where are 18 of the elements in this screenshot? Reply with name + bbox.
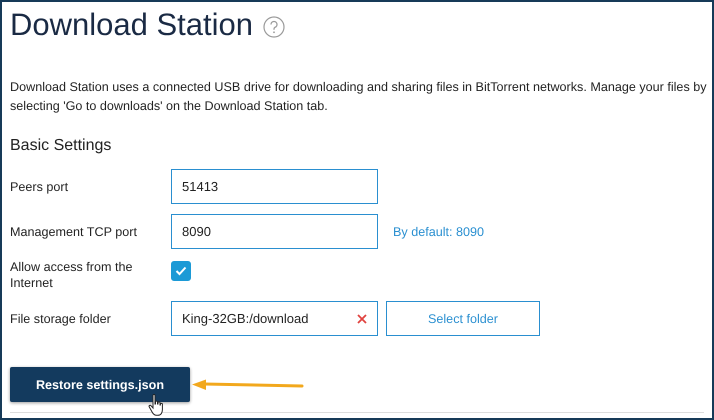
- checkbox[interactable]: [171, 261, 191, 281]
- select-folder-button[interactable]: Select folder: [386, 301, 540, 336]
- field-label: Allow access from the Internet: [10, 259, 134, 291]
- field-label: File storage folder: [10, 310, 112, 326]
- input-field[interactable]: 8090: [171, 214, 378, 249]
- check-icon: [175, 266, 187, 276]
- hand-cursor-icon: [148, 393, 166, 417]
- input-field[interactable]: 51413: [171, 169, 378, 204]
- field-label: Peers port: [10, 178, 70, 194]
- field-label: Management TCP port: [10, 224, 138, 240]
- restore-button[interactable]: Restore settings.json: [10, 367, 190, 402]
- folder-field[interactable]: King-32GB:/download: [171, 301, 378, 336]
- help-icon[interactable]: [263, 16, 285, 38]
- default-hint: By default: 8090: [393, 224, 486, 238]
- section-title: Basic Settings: [10, 136, 112, 156]
- clear-icon[interactable]: [357, 314, 367, 324]
- description: Download Station uses a connected USB drive for downloading and sharing files in BitTorrent networks. Manage your files by selecting 'Go to downloads' on the Download Station tab.: [10, 79, 708, 115]
- page-title: Download Station: [10, 6, 253, 44]
